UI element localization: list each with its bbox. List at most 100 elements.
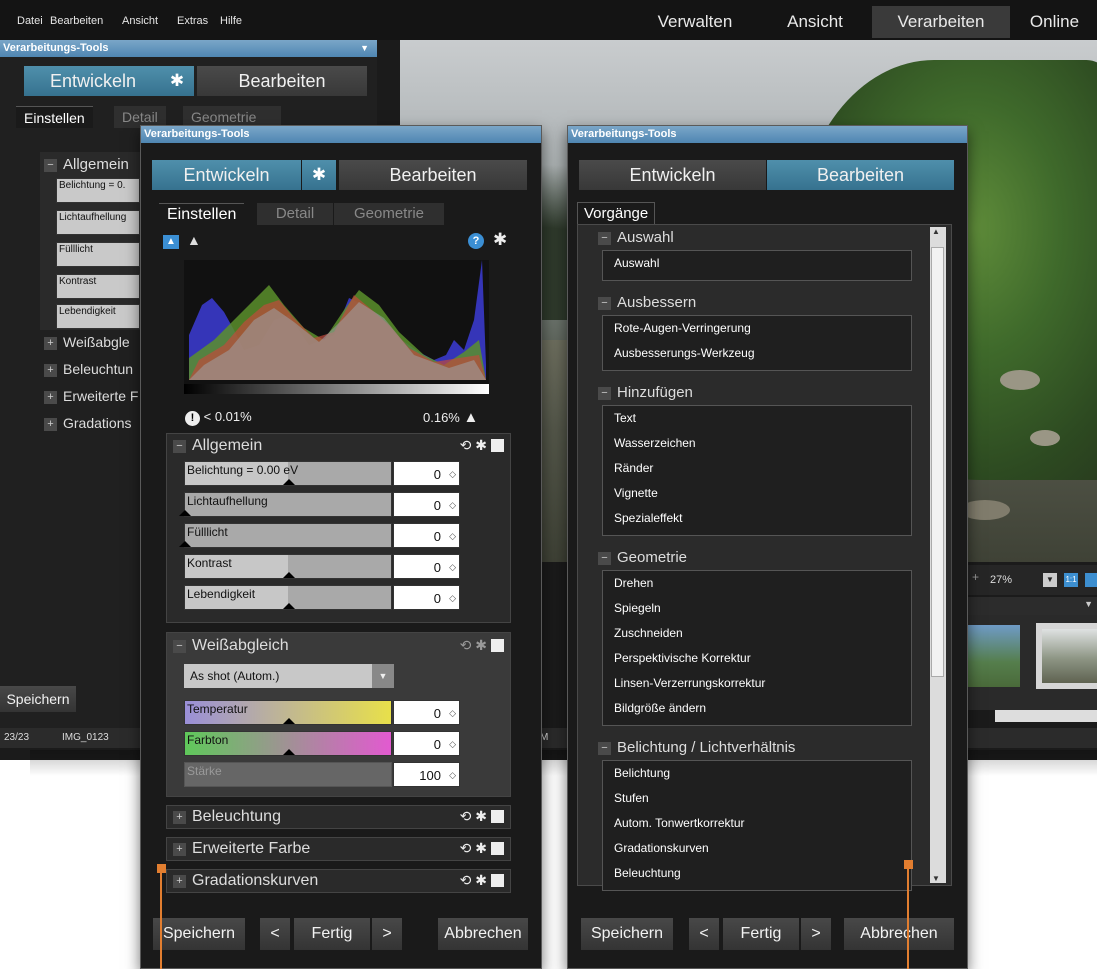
enable-checkbox[interactable]: [491, 842, 504, 855]
operation-item[interactable]: Vignette: [614, 486, 658, 500]
histogram-view-icon[interactable]: ▲: [163, 235, 179, 249]
general-slider[interactable]: Lebendigkeit: [184, 585, 392, 610]
gear-icon[interactable]: ✱: [475, 437, 487, 453]
next-button[interactable]: >: [801, 918, 831, 950]
slider-value[interactable]: 0 ◇: [393, 461, 460, 486]
slider-handle[interactable]: [283, 603, 295, 609]
operation-item[interactable]: Auswahl: [614, 256, 659, 270]
operation-item[interactable]: Gradationskurven: [614, 841, 709, 855]
gear-icon[interactable]: ✱: [475, 637, 487, 653]
operation-item[interactable]: Beleuchtung: [614, 866, 681, 880]
tab-detail[interactable]: Detail: [257, 203, 333, 225]
fit-icon[interactable]: [1085, 573, 1097, 587]
done-button[interactable]: Fertig: [723, 918, 799, 950]
slider-handle[interactable]: [179, 510, 191, 516]
operation-item[interactable]: Belichtung: [614, 766, 670, 780]
docked-slider-5[interactable]: Lebendigkeit: [56, 304, 140, 329]
operation-item[interactable]: Stufen: [614, 791, 649, 805]
tint-slider[interactable]: Farbton: [184, 731, 392, 756]
curves-header[interactable]: + Gradationskurven: [173, 870, 318, 892]
docked-slider-3[interactable]: Fülllicht: [56, 242, 140, 267]
operations-scrollbar[interactable]: ▲ ▼: [930, 227, 946, 883]
zoom-plus-icon[interactable]: +: [972, 570, 979, 584]
settings-gear-icon[interactable]: ✱: [493, 230, 507, 250]
gear-icon[interactable]: ✱: [475, 872, 487, 888]
done-button[interactable]: Fertig: [294, 918, 370, 950]
strength-value[interactable]: 100 ◇: [393, 762, 460, 787]
operation-item[interactable]: Ausbesserungs-Werkzeug: [614, 346, 755, 360]
operation-item[interactable]: Wasserzeichen: [614, 436, 696, 450]
slider-value[interactable]: 0 ◇: [393, 523, 460, 548]
wb-preset-dropdown[interactable]: As shot (Autom.) ▼: [184, 664, 394, 688]
scrollbar-thumb[interactable]: [931, 247, 944, 677]
general-slider[interactable]: Belichtung = 0.00 eV: [184, 461, 392, 486]
edit-button[interactable]: Bearbeiten: [767, 160, 954, 190]
slider-value[interactable]: 0 ◇: [393, 492, 460, 517]
slider-value[interactable]: 0 ◇: [393, 554, 460, 579]
tab-einstellen[interactable]: Einstellen: [159, 203, 245, 225]
menu-ansicht[interactable]: Ansicht: [122, 15, 158, 27]
shadow-warning-icon[interactable]: !: [185, 411, 200, 426]
operation-item[interactable]: Autom. Tonwertkorrektur: [614, 816, 745, 830]
save-button[interactable]: Speichern: [153, 918, 245, 950]
lighting-header[interactable]: + Beleuchtung: [173, 806, 281, 828]
docked-wb-header[interactable]: + Weißabgle: [44, 331, 130, 353]
scroll-down-icon[interactable]: ▼: [932, 874, 940, 883]
enable-checkbox[interactable]: [491, 874, 504, 887]
filmstrip-scrollbar[interactable]: [995, 710, 1097, 722]
operation-item[interactable]: Zuschneiden: [614, 626, 683, 640]
highlight-warning-icon[interactable]: ▲: [464, 409, 479, 426]
develop-button[interactable]: Entwickeln: [152, 160, 301, 190]
gear-icon[interactable]: ✱: [475, 840, 487, 856]
operation-item[interactable]: Text: [614, 411, 636, 425]
docked-tab-einstellen[interactable]: Einstellen: [16, 106, 93, 128]
operation-group-header[interactable]: − Hinzufügen: [598, 384, 693, 401]
mode-ansicht[interactable]: Ansicht: [760, 6, 870, 38]
gear-icon[interactable]: ✱: [475, 808, 487, 824]
reset-icon[interactable]: ⟲: [460, 840, 472, 856]
operation-item[interactable]: Spiegeln: [614, 601, 661, 615]
enable-checkbox[interactable]: [491, 639, 504, 652]
chevron-down-icon[interactable]: ▼: [372, 664, 394, 688]
tab-geometrie[interactable]: Geometrie: [334, 203, 444, 225]
zoom-one-to-one-button[interactable]: 1:1: [1064, 573, 1078, 587]
operation-item[interactable]: Ränder: [614, 461, 653, 475]
docked-slider-1[interactable]: Belichtung = 0.: [56, 178, 140, 203]
enable-checkbox[interactable]: [491, 439, 504, 452]
operation-item[interactable]: Spezialeffekt: [614, 511, 683, 525]
operation-group-header[interactable]: − Belichtung / Lichtverhältnis: [598, 739, 795, 756]
reset-icon[interactable]: ⟲: [460, 872, 472, 888]
tab-vorgaenge[interactable]: Vorgänge: [577, 202, 656, 224]
mode-online[interactable]: Online: [1012, 6, 1097, 38]
operation-group-header[interactable]: − Ausbessern: [598, 294, 696, 311]
operation-item[interactable]: Drehen: [614, 576, 653, 590]
cancel-button[interactable]: Abbrechen: [844, 918, 954, 950]
docked-gear-icon[interactable]: ✱: [160, 66, 194, 96]
reset-icon[interactable]: ⟲: [460, 637, 472, 653]
clipping-warning-icon[interactable]: ▲: [187, 232, 201, 248]
general-slider[interactable]: Kontrast: [184, 554, 392, 579]
save-button[interactable]: Speichern: [581, 918, 673, 950]
menu-extras[interactable]: Extras: [177, 15, 208, 27]
scroll-up-icon[interactable]: ▲: [932, 227, 940, 236]
general-slider[interactable]: Fülllicht: [179, 523, 392, 548]
mode-verarbeiten[interactable]: Verarbeiten: [872, 6, 1010, 38]
docked-color-header[interactable]: + Erweiterte F: [44, 385, 138, 407]
menu-bearbeiten[interactable]: Bearbeiten: [50, 15, 103, 27]
docked-develop-button[interactable]: Entwickeln: [24, 66, 162, 96]
white-balance-header[interactable]: − Weißabgleich: [173, 635, 289, 657]
slider-handle[interactable]: [283, 572, 295, 578]
reset-icon[interactable]: ⟲: [460, 808, 472, 824]
gear-icon[interactable]: ✱: [302, 160, 336, 190]
general-slider[interactable]: Lichtaufhellung: [179, 492, 392, 517]
menu-hilfe[interactable]: Hilfe: [220, 15, 242, 27]
strength-slider[interactable]: Stärke: [184, 762, 392, 787]
docked-light-header[interactable]: + Beleuchtun: [44, 358, 133, 380]
prev-button[interactable]: <: [260, 918, 290, 950]
operation-group-header[interactable]: − Auswahl: [598, 229, 674, 246]
docked-save-button[interactable]: Speichern: [0, 686, 76, 712]
docked-curves-header[interactable]: + Gradations: [44, 412, 131, 434]
operation-item[interactable]: Perspektivische Korrektur: [614, 651, 751, 665]
slider-handle[interactable]: [179, 541, 191, 547]
edit-button[interactable]: Bearbeiten: [339, 160, 527, 190]
